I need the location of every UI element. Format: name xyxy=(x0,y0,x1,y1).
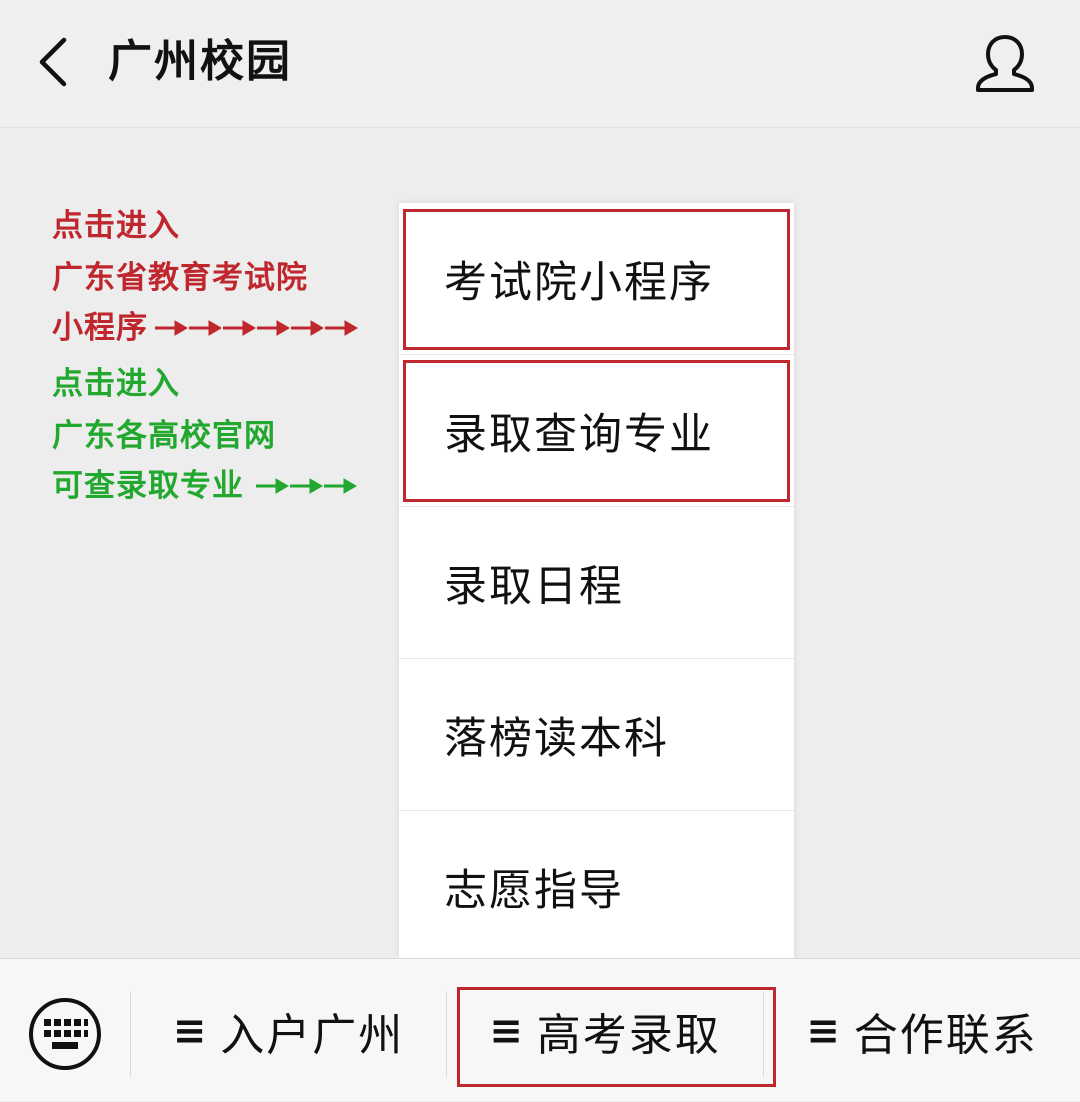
dropdown-menu: 考试院小程序 录取查询专业 录取日程 落榜读本科 志愿指导 xyxy=(399,203,794,958)
chevron-left-icon[interactable] xyxy=(30,34,70,90)
keyboard-icon[interactable] xyxy=(28,997,102,1071)
user-icon[interactable] xyxy=(970,32,1040,94)
menu-item-undergrad-after-fail[interactable]: 落榜读本科 xyxy=(399,659,794,811)
annotation-red-line-2: 广东省教育考试院 xyxy=(52,260,308,296)
annotation-red-line-1: 点击进入 xyxy=(52,208,180,244)
tab-gaokao-admission[interactable]: ≡ 高考录取 xyxy=(447,959,763,1102)
menu-lines-icon: ≡ xyxy=(806,1007,842,1054)
tab-cooperation-contact[interactable]: ≡ 合作联系 xyxy=(764,959,1080,1102)
red-arrow-chain-icon xyxy=(155,320,358,336)
green-arrow-chain-icon xyxy=(256,478,357,494)
annotation-red-line-3: 小程序 xyxy=(52,310,148,346)
tab-label: 合作联系 xyxy=(853,1009,1038,1061)
menu-item-admission-schedule[interactable]: 录取日程 xyxy=(399,507,794,659)
top-nav-bar: 广州校园 xyxy=(0,0,1080,128)
menu-item-label: 志愿指导 xyxy=(444,866,624,916)
page-title: 广州校园 xyxy=(108,36,292,87)
menu-item-label: 考试院小程序 xyxy=(444,257,714,308)
menu-item-label: 录取查询专业 xyxy=(444,409,714,460)
tab-label: 高考录取 xyxy=(536,1009,721,1061)
menu-item-exam-mini-program[interactable]: 考试院小程序 xyxy=(399,203,794,355)
menu-item-label: 落榜读本科 xyxy=(444,713,669,764)
tab-settle-in-guangzhou[interactable]: ≡ 入户广州 xyxy=(131,959,446,1102)
annotation-green-line-1: 点击进入 xyxy=(52,366,180,402)
annotation-green-line-3: 可查录取专业 xyxy=(52,468,244,504)
menu-item-label: 录取日程 xyxy=(444,561,624,612)
menu-lines-icon: ≡ xyxy=(489,1007,525,1054)
menu-item-admission-major-query[interactable]: 录取查询专业 xyxy=(399,355,794,507)
menu-item-application-guide[interactable]: 志愿指导 xyxy=(399,811,794,963)
menu-lines-icon: ≡ xyxy=(172,1007,209,1054)
bottom-menu-bar: ≡ 入户广州 ≡ 高考录取 ≡ 合作联系 xyxy=(0,958,1080,1101)
annotation-green-line-2: 广东各高校官网 xyxy=(52,418,276,454)
tab-label: 入户广州 xyxy=(220,1009,405,1061)
